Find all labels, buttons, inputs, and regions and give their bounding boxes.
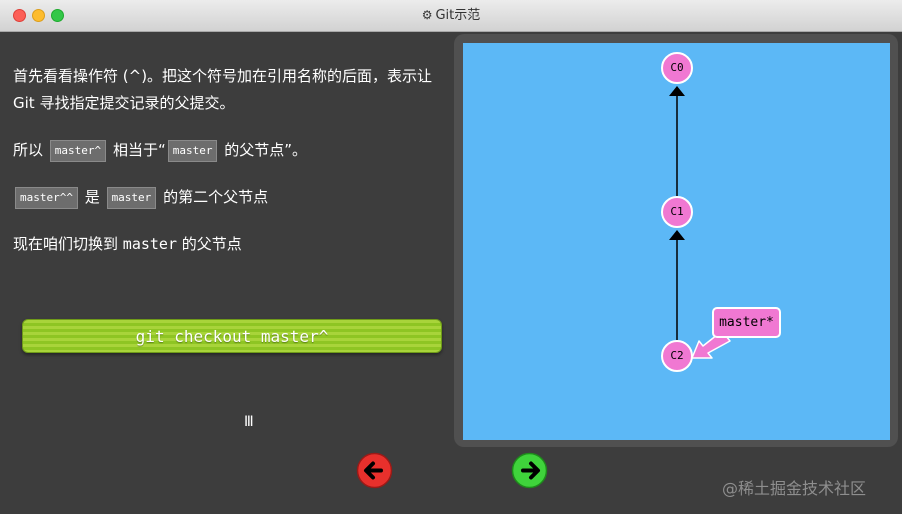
p3-suffix: 的第二个父节点 <box>163 188 269 206</box>
instruction-paragraph-2: 所以 master^ 相当于“ master 的父节点”。 <box>13 137 453 164</box>
commit-node-c0[interactable]: C0 <box>661 52 693 84</box>
commit-node-c1[interactable]: C1 <box>661 196 693 228</box>
commit-node-c2[interactable]: C2 <box>661 340 693 372</box>
branch-label-master[interactable]: master* <box>712 307 781 338</box>
p2-suffix: 的父节点”。 <box>224 141 308 159</box>
back-button[interactable] <box>356 452 393 489</box>
commit-graph-canvas <box>463 43 890 440</box>
code-master-2: master <box>106 186 157 209</box>
p4-code: master <box>122 235 177 253</box>
instruction-panel: 首先看看操作符 (^)。把这个符号加在引用名称的后面，表示让 Git 寻找指定提… <box>13 63 453 278</box>
gear-icon: ⚙ <box>421 8 433 22</box>
instruction-paragraph-3: master^^ 是 master 的第二个父节点 <box>13 184 453 211</box>
code-master-caret: master^ <box>49 139 107 162</box>
window-titlebar: ⚙ Git示范 <box>0 0 902 32</box>
window-title: ⚙ Git示范 <box>0 0 902 31</box>
p4-suffix: 的父节点 <box>181 235 242 253</box>
text-cursor-icon: Ⅲ <box>244 414 254 430</box>
p2-mid: 相当于“ <box>112 141 166 159</box>
p2-prefix: 所以 <box>13 141 44 159</box>
code-master-double-caret: master^^ <box>15 186 78 209</box>
window-title-text: Git示范 <box>435 8 481 23</box>
code-master: master <box>167 139 218 162</box>
instruction-paragraph-4: 现在咱们切换到 master 的父节点 <box>13 231 453 258</box>
watermark: @稀土掘金技术社区 <box>722 479 867 498</box>
instruction-paragraph-1: 首先看看操作符 (^)。把这个符号加在引用名称的后面，表示让 Git 寻找指定提… <box>13 67 433 112</box>
p3-mid: 是 <box>84 188 100 206</box>
git-command-button[interactable]: git checkout master^ <box>22 319 442 353</box>
forward-button[interactable] <box>511 452 548 489</box>
p4-prefix: 现在咱们切换到 <box>13 235 119 253</box>
